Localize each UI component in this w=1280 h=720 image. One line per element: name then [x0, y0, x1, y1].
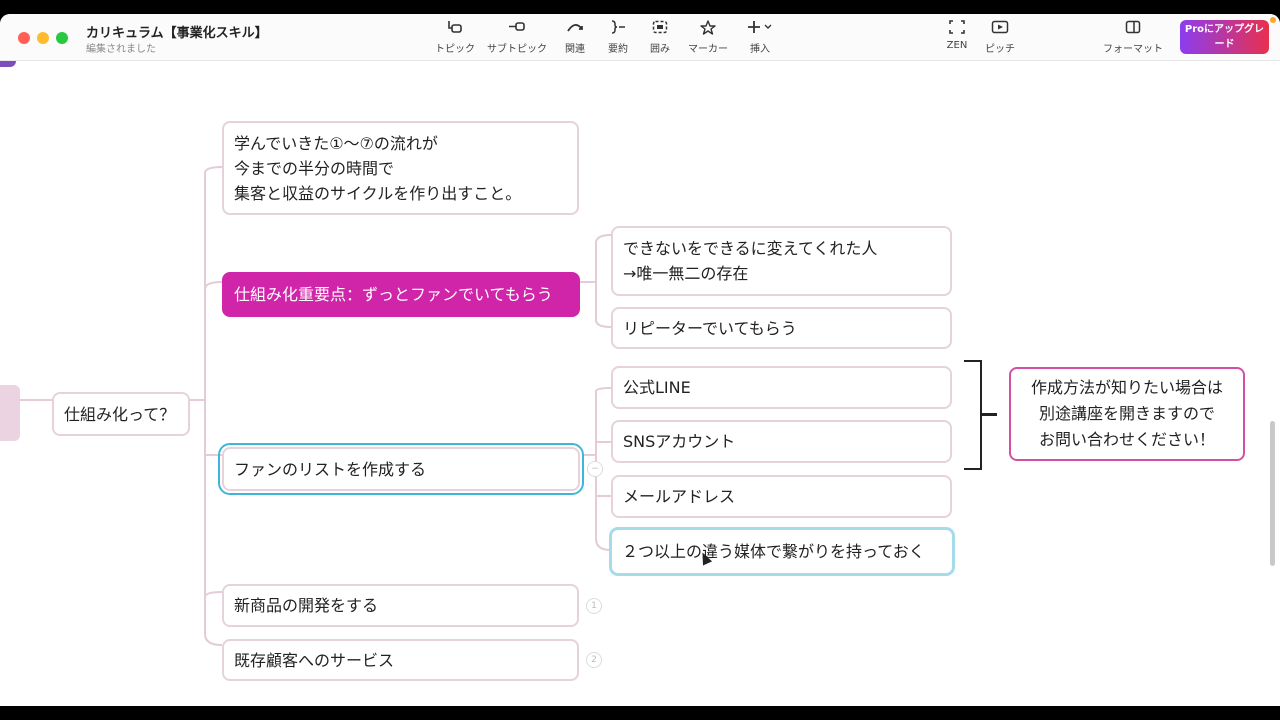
topic-key-point[interactable]: 仕組み化重要点：ずっとファンでいてもらう — [222, 272, 580, 317]
topic-icon — [423, 20, 487, 40]
pitch-icon — [968, 20, 1032, 40]
topic-new-product[interactable]: 新商品の開発をする — [222, 584, 579, 627]
summary-callout[interactable]: 作成方法が知りたい場合は 別途講座を開きますので お問い合わせください！ — [1009, 367, 1245, 461]
subtopic-sns-account[interactable]: SNSアカウント — [611, 420, 952, 463]
subtopic-button[interactable]: サブトピック — [485, 20, 549, 55]
subtopic-multiple-channels[interactable]: ２つ以上の違う媒体で繋がりを持っておく — [610, 528, 954, 575]
subtopic-email-address[interactable]: メールアドレス — [611, 475, 952, 518]
sidebar-panel-icon — [1101, 20, 1165, 40]
format-panel-button[interactable]: フォーマット — [1101, 20, 1165, 55]
app-window: カリキュラム【事業化スキル】 編集されました トピック サブトピック 関連 要約 — [0, 14, 1280, 706]
format-label: フォーマット — [1103, 44, 1163, 55]
save-status: 編集されました — [86, 44, 156, 55]
minimize-window-button[interactable] — [37, 32, 49, 44]
collapse-icon[interactable]: − — [587, 461, 603, 477]
zoom-window-button[interactable] — [56, 32, 68, 44]
topic-existing-customers[interactable]: 既存顧客へのサービス — [222, 639, 579, 681]
subtopic-repeater[interactable]: リピーターでいてもらう — [611, 307, 952, 349]
notification-dot — [1270, 17, 1276, 23]
root-topic-partial[interactable] — [0, 385, 20, 441]
summary-bracket-tick — [982, 413, 997, 416]
topic-label: トピック — [435, 44, 475, 55]
upgrade-pro-button[interactable]: Proにアップグレード — [1180, 20, 1269, 54]
document-title: カリキュラム【事業化スキル】 — [86, 26, 268, 41]
insert-button[interactable]: 挿入 — [728, 20, 792, 55]
subtopic-official-line[interactable]: 公式LINE — [611, 366, 952, 409]
vertical-scrollbar[interactable] — [1270, 421, 1275, 566]
subtopic-label: サブトピック — [487, 44, 547, 55]
topic-goal[interactable]: 学んでいきた①〜⑦の流れが 今までの半分の時間で 集客と収益のサイクルを作り出す… — [222, 121, 579, 215]
topic-button[interactable]: トピック — [423, 20, 487, 55]
subtopic-icon — [485, 20, 549, 40]
close-window-button[interactable] — [18, 32, 30, 44]
subtopic-unique-presence[interactable]: できないをできるに変えてくれた人 →唯一無二の存在 — [611, 226, 952, 296]
collapsed-count-badge[interactable]: 1 — [586, 598, 602, 614]
insert-icon — [728, 20, 792, 40]
title-bar: カリキュラム【事業化スキル】 編集されました トピック サブトピック 関連 要約 — [0, 14, 1280, 61]
mindmap-canvas[interactable]: 仕組み化って？ 学んでいきた①〜⑦の流れが 今までの半分の時間で 集客と収益のサ… — [0, 61, 1280, 706]
summary-bracket[interactable] — [964, 360, 982, 470]
central-topic[interactable]: 仕組み化って？ — [52, 392, 190, 436]
collapsed-count-badge[interactable]: 2 — [586, 652, 602, 668]
pitch-label: ピッチ — [985, 44, 1015, 55]
pitch-button[interactable]: ピッチ — [968, 20, 1032, 55]
topic-fan-list[interactable]: ファンのリストを作成する — [218, 443, 584, 495]
insert-label: 挿入 — [750, 44, 770, 55]
